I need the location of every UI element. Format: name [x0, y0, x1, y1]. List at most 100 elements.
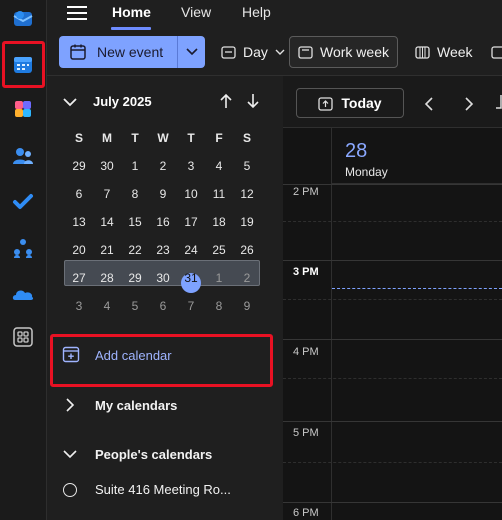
today-label: Today [341, 95, 382, 111]
calendar-day[interactable]: 23 [149, 243, 177, 257]
month-view-button[interactable] [485, 36, 502, 68]
calendar-day[interactable]: 5 [233, 159, 261, 173]
today-button[interactable]: Today [296, 88, 404, 118]
calendar-day[interactable]: 20 [65, 243, 93, 257]
calendar-day[interactable]: 6 [149, 299, 177, 313]
calendar-week-row: 6 7 8 9 10 11 12 [65, 180, 261, 208]
app-rail [0, 0, 47, 520]
calendar-day[interactable]: 8 [121, 187, 149, 201]
calendar-day[interactable]: 10 [177, 187, 205, 201]
calendar-day-today[interactable]: 31 [177, 271, 205, 293]
calendar-day[interactable]: 17 [177, 215, 205, 229]
calendar-icon[interactable] [7, 49, 39, 81]
calendar-week-row: 29 30 1 2 3 4 5 [65, 152, 261, 180]
calendar-day[interactable]: 14 [93, 215, 121, 229]
mail-icon[interactable] [7, 3, 39, 35]
today-date: 31 [184, 271, 198, 285]
org-explorer-icon[interactable] [7, 232, 39, 264]
calendar-day[interactable]: 4 [93, 299, 121, 313]
collapse-chevron-icon[interactable] [63, 97, 77, 107]
calendar-day[interactable]: 8 [205, 299, 233, 313]
calendar-day[interactable]: 16 [149, 215, 177, 229]
half-hour-gridline [283, 299, 502, 300]
next-arrow-icon[interactable] [464, 97, 474, 111]
day-view-label: Day [243, 44, 268, 60]
calendar-day[interactable]: 15 [121, 215, 149, 229]
calendar-day[interactable]: 27 [65, 271, 93, 285]
day-view-button[interactable]: Day [215, 36, 291, 68]
calendar-day[interactable]: 29 [65, 159, 93, 173]
hour-gridline [283, 260, 502, 261]
calendar-day[interactable]: 5 [121, 299, 149, 313]
previous-arrow-icon[interactable] [424, 97, 434, 111]
people-calendar-item[interactable]: Suite 416 Meeting Ro... [63, 482, 273, 500]
calendar-day[interactable]: 9 [233, 299, 261, 313]
calendar-day[interactable]: 3 [177, 159, 205, 173]
calendar-day[interactable]: 2 [149, 159, 177, 173]
more-options-icon[interactable] [494, 94, 502, 112]
calendar-day[interactable]: 12 [233, 187, 261, 201]
peoples-calendars-section[interactable]: People's calendars [63, 447, 273, 465]
time-label: 5 PM [293, 427, 319, 439]
apps-icon[interactable] [7, 321, 39, 353]
half-hour-gridline [283, 221, 502, 222]
day-column-header[interactable]: 28 Monday [331, 128, 502, 184]
calendar-day[interactable]: 7 [177, 299, 205, 313]
calendar-day[interactable]: 2 [233, 271, 261, 285]
weekday-label: S [242, 131, 251, 145]
my-calendars-label: My calendars [95, 398, 178, 413]
chevron-down-icon [63, 450, 77, 459]
add-calendar-icon [62, 346, 80, 363]
people-icon[interactable] [7, 140, 39, 172]
calendar-day[interactable]: 19 [233, 215, 261, 229]
calendar-day[interactable]: 18 [205, 215, 233, 229]
peoples-calendars-label: People's calendars [95, 447, 213, 462]
new-event-label: New event [97, 44, 164, 60]
time-label-current: 3 PM [293, 266, 319, 278]
time-label: 6 PM [293, 507, 319, 519]
calendar-day[interactable]: 1 [205, 271, 233, 285]
calendar-day[interactable]: 30 [149, 271, 177, 285]
calendar-day[interactable]: 25 [205, 243, 233, 257]
calendar-toggle-circle[interactable] [63, 483, 77, 497]
left-pane: July 2025 S M T W T F S 29 30 1 2 3 4 5 … [47, 76, 283, 520]
calendar-day[interactable]: 28 [93, 271, 121, 285]
mini-calendar-header: July 2025 [63, 93, 273, 113]
new-event-button[interactable]: New event [59, 36, 177, 68]
calendar-day[interactable]: 24 [177, 243, 205, 257]
calendar-day[interactable]: 6 [65, 187, 93, 201]
calendar-day[interactable]: 30 [93, 159, 121, 173]
hour-gridline [283, 339, 502, 340]
calendar-day[interactable]: 4 [205, 159, 233, 173]
tab-home[interactable]: Home [112, 4, 151, 20]
new-event-dropdown-button[interactable] [178, 36, 205, 68]
copilot-icon[interactable] [7, 93, 39, 125]
calendar-view: Today 28 Monday 2 PM 3 PM 4 PM 5 PM 6 PM [283, 76, 502, 520]
next-month-arrow-icon[interactable] [246, 93, 260, 109]
calendar-day[interactable]: 26 [233, 243, 261, 257]
my-calendars-section[interactable]: My calendars [63, 398, 273, 416]
calendar-day[interactable]: 1 [121, 159, 149, 173]
calendar-day[interactable]: 29 [121, 271, 149, 285]
previous-month-arrow-icon[interactable] [219, 93, 233, 109]
calendar-day[interactable]: 21 [93, 243, 121, 257]
hamburger-menu-icon[interactable] [67, 6, 87, 22]
calendar-day[interactable]: 9 [149, 187, 177, 201]
todo-icon[interactable] [7, 186, 39, 218]
calendar-day[interactable]: 11 [205, 187, 233, 201]
calendar-day[interactable]: 22 [121, 243, 149, 257]
add-calendar-button[interactable]: Add calendar [95, 348, 172, 363]
calendar-nav-bar: Today [283, 76, 502, 128]
work-week-view-button[interactable]: Work week [289, 36, 398, 68]
mini-calendar-grid: S M T W T F S 29 30 1 2 3 4 5 6 7 8 9 10… [65, 124, 261, 320]
tab-view[interactable]: View [181, 4, 211, 20]
calendar-day[interactable]: 7 [93, 187, 121, 201]
calendar-day[interactable]: 3 [65, 299, 93, 313]
tab-help[interactable]: Help [242, 4, 271, 20]
week-view-button[interactable]: Week [409, 36, 479, 68]
weekday-label: W [157, 131, 169, 145]
calendar-week-row-selected: 27 28 29 30 31 1 2 [65, 264, 261, 293]
calendar-day[interactable]: 13 [65, 215, 93, 229]
day-name: Monday [345, 165, 388, 179]
onedrive-icon[interactable] [7, 278, 39, 310]
